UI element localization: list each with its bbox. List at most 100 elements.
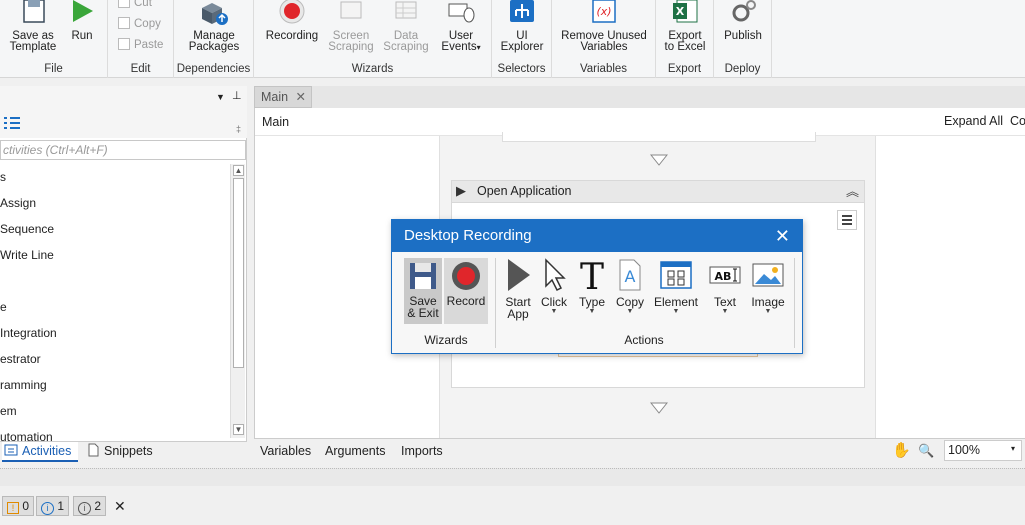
excel-icon: X xyxy=(673,0,698,23)
clear-output-icon[interactable]: ✕ xyxy=(114,498,126,515)
hand-pan-icon[interactable]: ✋ xyxy=(892,439,911,463)
copy-button[interactable]: Copy xyxy=(118,15,161,33)
activities-scrollbar[interactable]: ▲ ▼ xyxy=(230,164,245,438)
scroll-thumb[interactable] xyxy=(233,178,244,368)
output-toolbar: ! 0 i 1 i 2 ✕ xyxy=(0,494,1025,520)
variables-icon: (x) xyxy=(592,0,616,23)
user-events-button[interactable]: User Events▾ xyxy=(434,0,488,53)
scroll-down-icon[interactable]: ▼ xyxy=(233,424,244,435)
group-edit: Cut Copy Paste Edit xyxy=(108,0,174,78)
tree-item-ui-automation[interactable]: utomation xyxy=(0,424,230,442)
scroll-up-icon[interactable]: ▲ xyxy=(233,165,244,176)
element-button[interactable]: Element ▼ xyxy=(652,258,700,316)
chevron-down-icon: ▼ xyxy=(672,308,680,315)
ui-explorer-button[interactable]: UI Explorer xyxy=(498,0,546,53)
tab-activities-label: Activities xyxy=(22,444,72,458)
panel-splitter[interactable] xyxy=(0,468,1025,486)
paste-button[interactable]: Paste xyxy=(118,36,163,54)
collapse-all-link[interactable]: Col xyxy=(1010,114,1025,128)
open-application-header[interactable]: ▶ Open Application ︽ xyxy=(452,181,864,203)
user-events-label: User Events xyxy=(441,30,477,53)
tree-item[interactable]: e xyxy=(0,294,230,320)
tree-item-assign[interactable]: Assign xyxy=(0,190,230,216)
click-button[interactable]: Click ▼ xyxy=(537,258,571,316)
type-button[interactable]: T Type ▼ xyxy=(573,258,611,316)
publish-label: Publish xyxy=(724,30,762,42)
close-tab-icon[interactable]: ✕ xyxy=(296,87,306,107)
tree-item[interactable] xyxy=(0,268,230,294)
manage-packages-button[interactable]: Manage Packages xyxy=(180,0,248,53)
image-button[interactable]: Image ▼ xyxy=(747,258,789,316)
zoom-select[interactable]: 100% ▾ xyxy=(944,440,1022,461)
trace-filter-button[interactable]: i 2 xyxy=(73,496,107,516)
zoom-search-icon[interactable]: 🔍 xyxy=(918,439,934,463)
group-dependencies: Manage Packages Dependencies xyxy=(174,0,254,78)
tree-item-write-line[interactable]: Write Line xyxy=(0,242,230,268)
group-export: X Export to Excel Export xyxy=(656,0,714,78)
start-app-button[interactable]: Start App xyxy=(500,258,536,320)
cut-button[interactable]: Cut xyxy=(118,0,152,12)
imports-tab[interactable]: Imports xyxy=(401,439,443,463)
save-as-template-button[interactable]: Save as Template xyxy=(6,0,60,53)
cut-icon xyxy=(118,0,130,8)
arguments-tab[interactable]: Arguments xyxy=(325,439,385,463)
tab-snippets[interactable]: Snippets xyxy=(84,442,164,462)
activity-menu-icon[interactable] xyxy=(837,210,857,230)
document-tab-main[interactable]: Main ✕ xyxy=(254,86,312,108)
ui-explorer-icon xyxy=(510,0,534,22)
svg-text:X: X xyxy=(676,5,685,18)
screen-scraping-button[interactable]: Screen Scraping xyxy=(326,0,376,53)
publish-button[interactable]: Publish xyxy=(718,0,768,42)
remove-unused-variables-label: Remove Unused Variables xyxy=(561,30,647,53)
tree-item-system[interactable]: em xyxy=(0,398,230,424)
data-scraping-button[interactable]: Data Scraping xyxy=(380,0,432,53)
group-label-wizards: Wizards xyxy=(351,63,394,75)
paste-icon xyxy=(118,38,130,50)
run-button[interactable]: Run xyxy=(64,0,100,42)
save-exit-button[interactable]: Save & Exit xyxy=(404,258,442,324)
breadcrumb[interactable]: Main xyxy=(262,115,289,129)
export-to-excel-button[interactable]: X Export to Excel xyxy=(660,0,710,53)
copy-button[interactable]: A Copy ▼ xyxy=(612,258,648,316)
info-count: 1 xyxy=(57,499,65,513)
tree-item-programming[interactable]: ramming xyxy=(0,372,230,398)
record-button[interactable]: Record xyxy=(444,258,488,324)
tree-item-sequence[interactable]: Sequence xyxy=(0,216,230,242)
variables-tab[interactable]: Variables xyxy=(260,439,311,463)
left-panel-tabs: Activities Snippets xyxy=(0,441,247,462)
tab-activities[interactable]: Activities xyxy=(2,442,78,462)
type-label: Type xyxy=(578,295,605,309)
activities-search-input[interactable]: ctivities (Ctrl+Alt+F) xyxy=(0,140,246,160)
collapse-chevrons-icon[interactable]: ︽ xyxy=(846,181,859,200)
svg-text:A: A xyxy=(625,267,636,286)
list-view-icon[interactable] xyxy=(2,116,22,132)
pin-icon[interactable]: ⊥ xyxy=(232,89,242,102)
save-floppy-icon xyxy=(410,263,436,289)
close-icon[interactable]: ✕ xyxy=(775,220,790,252)
warnings-filter-button[interactable]: ! 0 xyxy=(2,496,35,516)
filter-options-icon[interactable]: ‡ xyxy=(236,124,241,134)
activities-panel: ▼ ⊥ ‡ ctivities (Ctrl+Alt+F) s Assign Se… xyxy=(0,86,247,442)
tree-item[interactable]: s xyxy=(0,164,230,190)
recording-button[interactable]: Recording xyxy=(260,0,324,42)
group-label-edit: Edit xyxy=(130,63,151,75)
expand-all-link[interactable]: Expand All xyxy=(944,114,1003,128)
info-filter-button[interactable]: i 1 xyxy=(36,496,70,516)
image-icon xyxy=(752,263,784,287)
tree-item-integration[interactable]: Integration xyxy=(0,320,230,346)
document-tab-label: Main xyxy=(261,90,289,104)
tree-item-orchestrator[interactable]: estrator xyxy=(0,346,230,372)
previous-activity-box[interactable] xyxy=(502,132,816,142)
text-label: Text xyxy=(713,295,736,309)
element-window-icon xyxy=(660,261,692,289)
expand-arrow-icon[interactable]: ▶ xyxy=(456,183,466,199)
chevron-down-icon: ▼ xyxy=(550,308,558,315)
dialog-body: Save & Exit Record Wizards Start App Cli… xyxy=(392,252,802,353)
screen-scraping-icon xyxy=(340,1,362,19)
remove-unused-variables-button[interactable]: (x) Remove Unused Variables xyxy=(556,0,652,53)
document-tab-strip: Main ✕ xyxy=(254,86,1025,108)
record-icon xyxy=(452,262,480,290)
dialog-titlebar[interactable]: Desktop Recording ✕ xyxy=(392,220,802,252)
panel-dropdown-icon[interactable]: ▼ xyxy=(216,92,225,102)
text-button[interactable]: AB Text ▼ xyxy=(705,258,745,316)
